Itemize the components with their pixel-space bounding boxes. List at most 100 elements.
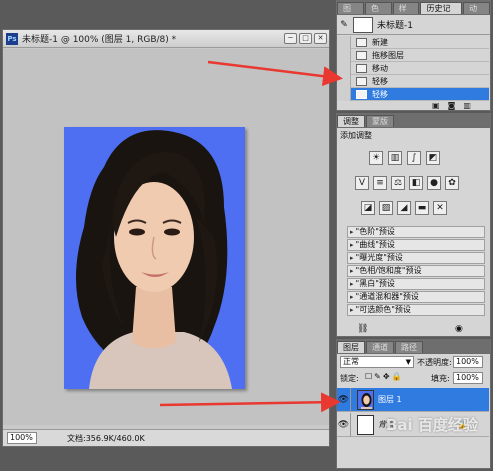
- history-step[interactable]: 新建: [337, 35, 489, 49]
- visibility-eye-icon[interactable]: 👁: [337, 412, 351, 437]
- tab-layers[interactable]: 图层: [337, 341, 365, 353]
- layer-thumbnail: [357, 389, 374, 410]
- document-window: Ps 未标题-1 @ 100% (图层 1, RGB/8) * ─ □ ✕ 10…: [2, 29, 330, 447]
- history-brush-icon[interactable]: ✎: [337, 15, 351, 35]
- step-icon: [356, 89, 367, 99]
- history-panel-tabs: 图层 色板 样式 历史记录 动作: [336, 0, 491, 25]
- history-panel: ✎ 未标题-1 新建 拖移图层 移动 轻移 轻移 ▣ ◙ ▥: [336, 14, 491, 111]
- portrait-photo[interactable]: [64, 127, 245, 389]
- tab-swatches[interactable]: 色板: [364, 2, 392, 25]
- hue-saturation-icon[interactable]: ≡: [373, 176, 387, 190]
- document-title: 未标题-1 @ 100% (图层 1, RGB/8) *: [22, 35, 177, 45]
- opacity-field[interactable]: 100%: [453, 356, 483, 368]
- brightness-icon[interactable]: ☀: [369, 151, 383, 165]
- minimize-button[interactable]: ─: [284, 33, 297, 44]
- exposure-icon[interactable]: ◩: [426, 151, 440, 165]
- document-titlebar[interactable]: Ps 未标题-1 @ 100% (图层 1, RGB/8) * ─ □ ✕: [3, 30, 329, 48]
- layers-panel-tabs: 图层 通道 路径: [336, 339, 491, 353]
- history-step[interactable]: 轻移: [337, 74, 489, 88]
- history-step-label: 轻移: [372, 89, 388, 99]
- gradient-map-icon[interactable]: ▬: [415, 201, 429, 215]
- layer-row-layer1[interactable]: 👁 图层 1: [337, 387, 489, 412]
- expand-arrow-icon: ▸: [350, 306, 354, 314]
- close-button[interactable]: ✕: [314, 33, 327, 44]
- preset-channel-mixer[interactable]: ▸ "通道混和器"预设: [347, 291, 485, 303]
- link-icon[interactable]: ⛓: [357, 324, 368, 334]
- tab-channels[interactable]: 通道: [366, 341, 394, 353]
- curves-icon[interactable]: ∫: [407, 151, 421, 165]
- history-gutter: [337, 74, 351, 88]
- preset-hue-saturation[interactable]: ▸ "色相/饱和度"预设: [347, 265, 485, 277]
- preset-label: "色相/饱和度"预设: [355, 266, 422, 275]
- preset-black-white[interactable]: ▸ "黑白"预设: [347, 278, 485, 290]
- history-gutter: [337, 87, 351, 101]
- tab-actions[interactable]: 动作: [463, 2, 490, 25]
- preset-levels[interactable]: ▸ "色阶"预设: [347, 226, 485, 238]
- layer-name: 图层 1: [378, 395, 402, 404]
- clip-icon[interactable]: ◉: [455, 324, 463, 334]
- new-document-icon[interactable]: ▣: [432, 101, 440, 110]
- selective-color-icon[interactable]: ✕: [433, 201, 447, 215]
- posterize-icon[interactable]: ▨: [379, 201, 393, 215]
- lock-options-icons[interactable]: ☐✎✥🔒: [365, 372, 404, 381]
- snapshot-name: 未标题-1: [377, 21, 413, 31]
- history-snapshot-row[interactable]: ✎ 未标题-1: [337, 15, 490, 35]
- expand-arrow-icon: ▸: [350, 241, 354, 249]
- preset-exposure[interactable]: ▸ "曝光度"预设: [347, 252, 485, 264]
- adjustments-panel-tabs: 调整 蒙版: [336, 113, 491, 127]
- step-icon: [356, 37, 367, 47]
- tab-history[interactable]: 历史记录: [420, 2, 463, 25]
- zoom-field[interactable]: 100%: [7, 432, 37, 444]
- layers-panel: 正常 ▼ 不透明度: 100% 锁定: ☐✎✥🔒 填充: 100% 👁 图层 1…: [336, 353, 491, 469]
- tab-masks[interactable]: 蒙版: [366, 115, 394, 127]
- history-gutter: [337, 35, 351, 49]
- document-statusbar: 100% 文档:356.9K/460.0K: [3, 429, 329, 446]
- color-balance-icon[interactable]: ⚖: [391, 176, 405, 190]
- vibrance-icon[interactable]: V: [355, 176, 369, 190]
- fill-field[interactable]: 100%: [453, 372, 483, 384]
- watermark: Bai 百度经验: [386, 416, 478, 434]
- invert-icon[interactable]: ◪: [361, 201, 375, 215]
- black-white-icon[interactable]: ◧: [409, 176, 423, 190]
- history-footer: ▣ ◙ ▥: [432, 101, 471, 110]
- step-icon: [356, 63, 367, 73]
- expand-arrow-icon: ▸: [350, 280, 354, 288]
- visibility-eye-icon[interactable]: 👁: [337, 387, 351, 412]
- history-step-label: 新建: [372, 37, 388, 47]
- chevron-down-icon: ▼: [405, 358, 411, 366]
- maximize-button[interactable]: □: [299, 33, 312, 44]
- tab-adjustments[interactable]: 调整: [337, 115, 365, 127]
- document-size-info[interactable]: 文档:356.9K/460.0K: [67, 433, 145, 444]
- tab-layers-top[interactable]: 图层: [337, 2, 364, 25]
- adjustments-heading: 添加调整: [340, 131, 372, 140]
- history-gutter: [337, 48, 351, 62]
- tab-paths[interactable]: 路径: [395, 341, 423, 353]
- camera-icon[interactable]: ◙: [448, 101, 456, 110]
- history-step-selected[interactable]: 轻移: [337, 87, 489, 101]
- levels-icon[interactable]: ▥: [388, 151, 402, 165]
- blend-mode-value: 正常: [343, 357, 359, 366]
- tab-styles[interactable]: 样式: [392, 2, 420, 25]
- blend-mode-select[interactable]: 正常 ▼: [340, 356, 414, 368]
- preset-label: "曲线"预设: [355, 240, 395, 249]
- snapshot-icon: [353, 16, 373, 33]
- expand-arrow-icon: ▸: [350, 228, 354, 236]
- channel-mixer-icon[interactable]: ✿: [445, 176, 459, 190]
- trash-icon[interactable]: ▥: [463, 101, 471, 110]
- expand-arrow-icon: ▸: [350, 254, 354, 262]
- ps-app-icon: Ps: [6, 32, 18, 45]
- preset-label: "色阶"预设: [355, 227, 395, 236]
- canvas-area[interactable]: [3, 49, 329, 425]
- preset-selective-color[interactable]: ▸ "可选颜色"预设: [347, 304, 485, 316]
- history-step[interactable]: 拖移图层: [337, 48, 489, 62]
- fill-label: 填充:: [431, 374, 450, 383]
- preset-label: "通道混和器"预设: [355, 292, 419, 301]
- history-step[interactable]: 移动: [337, 61, 489, 75]
- layer-thumbnail: [357, 414, 374, 435]
- preset-curves[interactable]: ▸ "曲线"预设: [347, 239, 485, 251]
- lock-label: 锁定:: [340, 374, 359, 383]
- photo-filter-icon[interactable]: ●: [427, 176, 441, 190]
- threshold-icon[interactable]: ◢: [397, 201, 411, 215]
- preset-label: "黑白"预设: [355, 279, 395, 288]
- adjustments-panel: 添加调整 ☀ ▥ ∫ ◩ V ≡ ⚖ ◧ ● ✿ ◪ ▨ ◢ ▬ ✕ ▸ "色阶"…: [336, 127, 491, 337]
